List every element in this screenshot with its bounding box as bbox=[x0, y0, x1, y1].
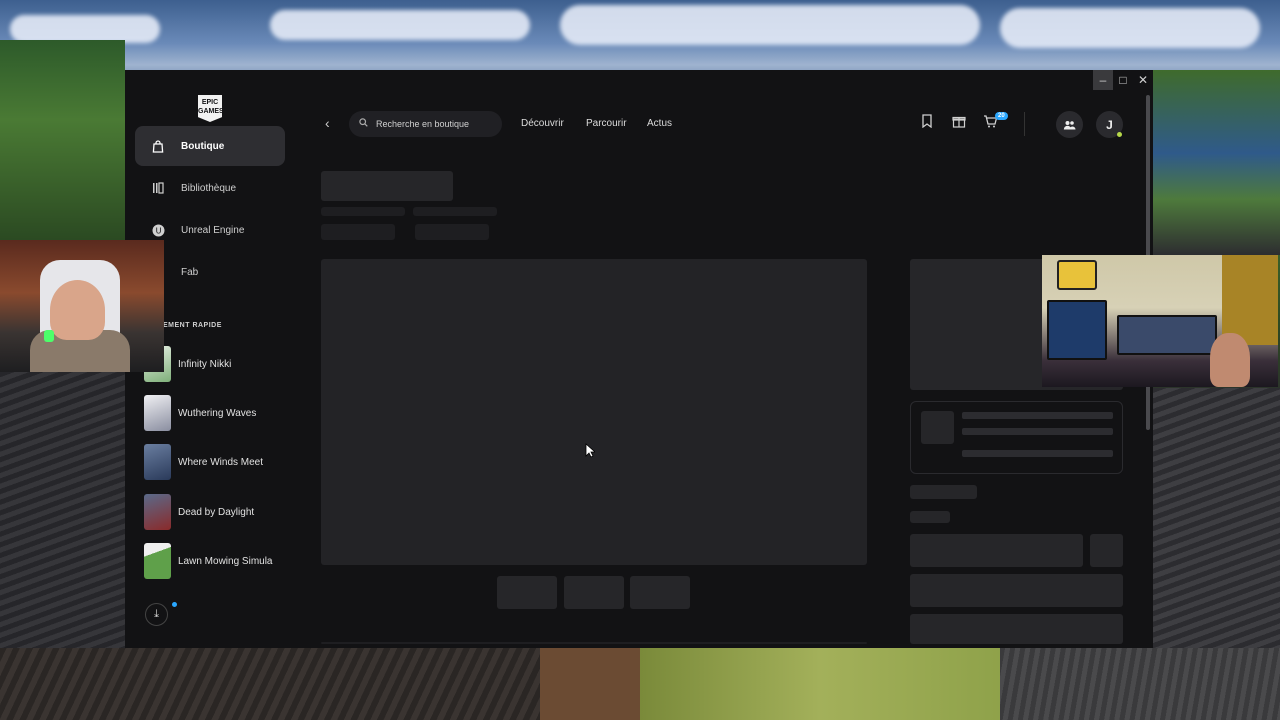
sidebar-item-label: Unreal Engine bbox=[181, 224, 245, 236]
webcam-overlay-right bbox=[1042, 255, 1278, 387]
game-thumbnail bbox=[144, 444, 171, 480]
skeleton-title bbox=[321, 171, 453, 201]
game-name: Dead by Daylight bbox=[178, 506, 255, 518]
skeleton-wishlist-button bbox=[1090, 534, 1123, 567]
search-icon bbox=[359, 118, 368, 130]
online-status-dot bbox=[1117, 132, 1122, 137]
maximize-button[interactable]: □ bbox=[1113, 70, 1133, 90]
game-name: Lawn Mowing Simula bbox=[178, 555, 273, 567]
background-trees-left bbox=[0, 40, 125, 240]
back-button[interactable]: ‹ bbox=[325, 115, 330, 131]
unreal-icon: U bbox=[151, 223, 165, 237]
gifts-button[interactable] bbox=[952, 114, 966, 131]
cloud bbox=[1000, 8, 1260, 48]
quick-launch-title: EMENT RAPIDE bbox=[163, 322, 222, 329]
gift-icon bbox=[952, 116, 966, 128]
library-icon bbox=[151, 181, 165, 195]
game-name: Wuthering Waves bbox=[178, 407, 257, 419]
cloud bbox=[270, 10, 530, 40]
topbar-divider bbox=[1024, 112, 1025, 136]
game-thumbnail bbox=[144, 395, 171, 431]
downloads-button[interactable]: ⤓ bbox=[145, 603, 168, 626]
skeleton-carousel-thumb bbox=[630, 576, 690, 609]
skeleton-button bbox=[910, 614, 1123, 644]
skeleton-card-line bbox=[962, 450, 1113, 457]
game-name: Infinity Nikki bbox=[178, 358, 232, 370]
skeleton-card-icon bbox=[921, 411, 954, 444]
download-notification-dot bbox=[172, 602, 177, 607]
streamer-face bbox=[50, 280, 105, 340]
quick-launch-item-infinity-nikki[interactable]: Infinity Nikki bbox=[144, 346, 289, 382]
skeleton-hero-media bbox=[321, 259, 867, 565]
cloud bbox=[560, 5, 980, 45]
skeleton-line bbox=[910, 511, 950, 523]
monitor bbox=[1117, 315, 1217, 355]
skeleton-line bbox=[910, 485, 977, 499]
sidebar-item-boutique[interactable]: Boutique bbox=[135, 126, 285, 166]
nav-decouvrir[interactable]: Découvrir bbox=[521, 118, 564, 129]
minimize-button[interactable]: – bbox=[1093, 70, 1113, 90]
mouse-cursor-icon bbox=[585, 443, 597, 461]
game-name: Where Winds Meet bbox=[178, 456, 264, 468]
quick-launch-item-where-winds-meet[interactable]: Where Winds Meet bbox=[144, 444, 289, 480]
epic-games-logo[interactable]: EPIC GAMES bbox=[198, 95, 222, 122]
search-placeholder: Recherche en boutique bbox=[376, 119, 470, 129]
friends-icon bbox=[1063, 120, 1076, 129]
skeleton-tag bbox=[321, 224, 395, 240]
monitor bbox=[1047, 300, 1107, 360]
skeleton-cart-button bbox=[910, 574, 1123, 607]
doorway bbox=[1222, 255, 1278, 345]
skeleton-divider bbox=[321, 642, 867, 644]
background-farm-right bbox=[1152, 70, 1280, 255]
skeleton-buy-button bbox=[910, 534, 1083, 567]
sidebar-item-label: Boutique bbox=[181, 140, 225, 152]
sidebar-item-bibliotheque[interactable]: Bibliothèque bbox=[135, 168, 285, 208]
background-grass bbox=[640, 648, 1000, 720]
game-thumbnail bbox=[144, 494, 171, 530]
skeleton-line bbox=[321, 207, 405, 216]
background-field-bottom bbox=[0, 648, 540, 720]
nav-parcourir[interactable]: Parcourir bbox=[586, 118, 627, 129]
skeleton-line bbox=[413, 207, 497, 216]
skeleton-card-line bbox=[962, 428, 1113, 435]
quick-launch-item-dead-by-daylight[interactable]: Dead by Daylight bbox=[144, 494, 289, 530]
green-light bbox=[44, 330, 54, 342]
bag-icon bbox=[151, 139, 165, 153]
streamer-side bbox=[1210, 333, 1250, 387]
cloud bbox=[10, 15, 160, 43]
search-input[interactable]: Recherche en boutique bbox=[349, 111, 502, 137]
nav-actus[interactable]: Actus bbox=[647, 118, 672, 129]
wall-screen bbox=[1057, 260, 1097, 290]
avatar-initial: J bbox=[1106, 117, 1113, 132]
background-field-bottom-right bbox=[1000, 648, 1280, 720]
skeleton-tag bbox=[415, 224, 489, 240]
close-button[interactable]: ✕ bbox=[1133, 70, 1153, 90]
friends-button[interactable] bbox=[1056, 111, 1083, 138]
skeleton-card-line bbox=[962, 412, 1113, 419]
quick-launch-item-wuthering-waves[interactable]: Wuthering Waves bbox=[144, 395, 289, 431]
skeleton-carousel-thumb bbox=[564, 576, 624, 609]
skeleton-carousel-thumb bbox=[497, 576, 557, 609]
wishlist-button[interactable] bbox=[921, 114, 933, 131]
background-field-left bbox=[0, 372, 125, 648]
sidebar-item-label: Bibliothèque bbox=[181, 182, 237, 194]
webcam-overlay-left bbox=[0, 240, 164, 372]
background-field-right bbox=[1152, 388, 1280, 648]
epic-launcher-window: – □ ✕ EPIC GAMES Boutique Bibliothèque U… bbox=[125, 70, 1153, 648]
sidebar-item-label: Fab bbox=[181, 266, 199, 278]
game-thumbnail bbox=[144, 543, 171, 579]
download-icon: ⤓ bbox=[154, 608, 159, 620]
quick-launch-item-lawn-mowing[interactable]: Lawn Mowing Simula bbox=[144, 543, 289, 579]
svg-text:U: U bbox=[155, 226, 161, 235]
window-controls: – □ ✕ bbox=[1093, 70, 1153, 90]
bookmark-icon bbox=[922, 114, 932, 129]
cart-count-badge: 20 bbox=[995, 112, 1008, 120]
